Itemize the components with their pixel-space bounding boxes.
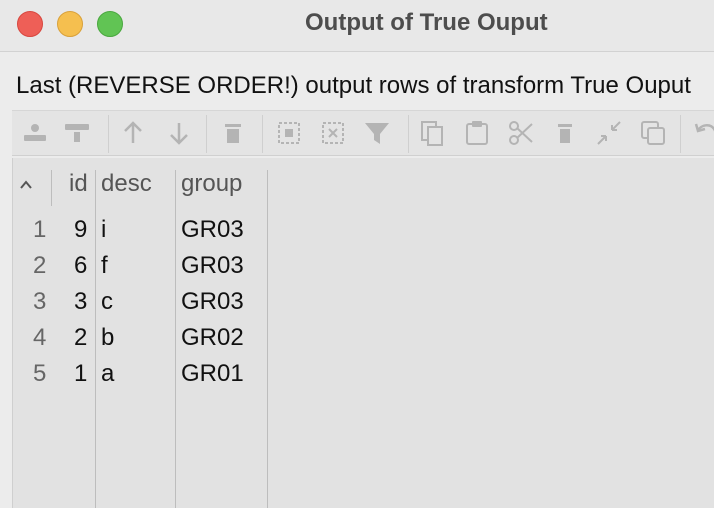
trash-icon[interactable] [218, 118, 248, 148]
row-number: 4 [33, 324, 47, 351]
cell-desc: b [101, 324, 115, 351]
clear-selection-icon[interactable] [318, 118, 348, 148]
filter-icon[interactable] [362, 118, 392, 148]
column-header-desc[interactable]: desc [101, 170, 152, 198]
cell-id: 3 [74, 288, 88, 315]
window: Output of True Ouput Last (REVERSE ORDER… [0, 0, 714, 508]
insert-row-icon[interactable] [20, 118, 50, 148]
output-table: id desc group 1 9 i GR03 2 6 f GR03 3 3 … [12, 158, 714, 508]
arrow-down-icon[interactable] [164, 118, 194, 148]
cell-group: GR01 [181, 360, 244, 387]
paste-icon[interactable] [462, 118, 492, 148]
cell-group: GR03 [181, 252, 244, 279]
cell-id: 1 [74, 360, 88, 387]
cell-desc: c [101, 288, 113, 315]
cell-desc: i [101, 216, 107, 243]
output-description: Last (REVERSE ORDER!) output rows of tra… [16, 72, 691, 99]
sort-ascending-icon[interactable] [19, 178, 33, 190]
cell-group: GR03 [181, 216, 244, 243]
arrow-up-icon[interactable] [118, 118, 148, 148]
row-number: 1 [33, 216, 47, 243]
duplicate-icon[interactable] [638, 118, 668, 148]
row-number: 5 [33, 360, 47, 387]
select-all-icon[interactable] [274, 118, 304, 148]
collapse-icon[interactable] [594, 118, 624, 148]
row-number: 3 [33, 288, 47, 315]
column-header-id[interactable]: id [69, 170, 88, 198]
cell-group: GR03 [181, 288, 244, 315]
row-number: 2 [33, 252, 47, 279]
cell-desc: a [101, 360, 115, 387]
title-bar: Output of True Ouput [0, 0, 714, 52]
window-title: Output of True Ouput [305, 9, 548, 36]
copy-icon[interactable] [418, 118, 448, 148]
delete-icon[interactable] [550, 118, 580, 148]
column-header-group[interactable]: group [181, 170, 242, 198]
undo-icon[interactable] [692, 118, 714, 148]
delete-row-icon[interactable] [62, 118, 92, 148]
cell-group: GR02 [181, 324, 244, 351]
cell-desc: f [101, 252, 108, 279]
close-window-button[interactable] [17, 11, 43, 37]
minimize-window-button[interactable] [57, 11, 83, 37]
cell-id: 9 [74, 216, 88, 243]
cell-id: 2 [74, 324, 88, 351]
cell-id: 6 [74, 252, 88, 279]
maximize-window-button[interactable] [97, 11, 123, 37]
cut-icon[interactable] [506, 118, 536, 148]
toolbar [12, 110, 714, 156]
